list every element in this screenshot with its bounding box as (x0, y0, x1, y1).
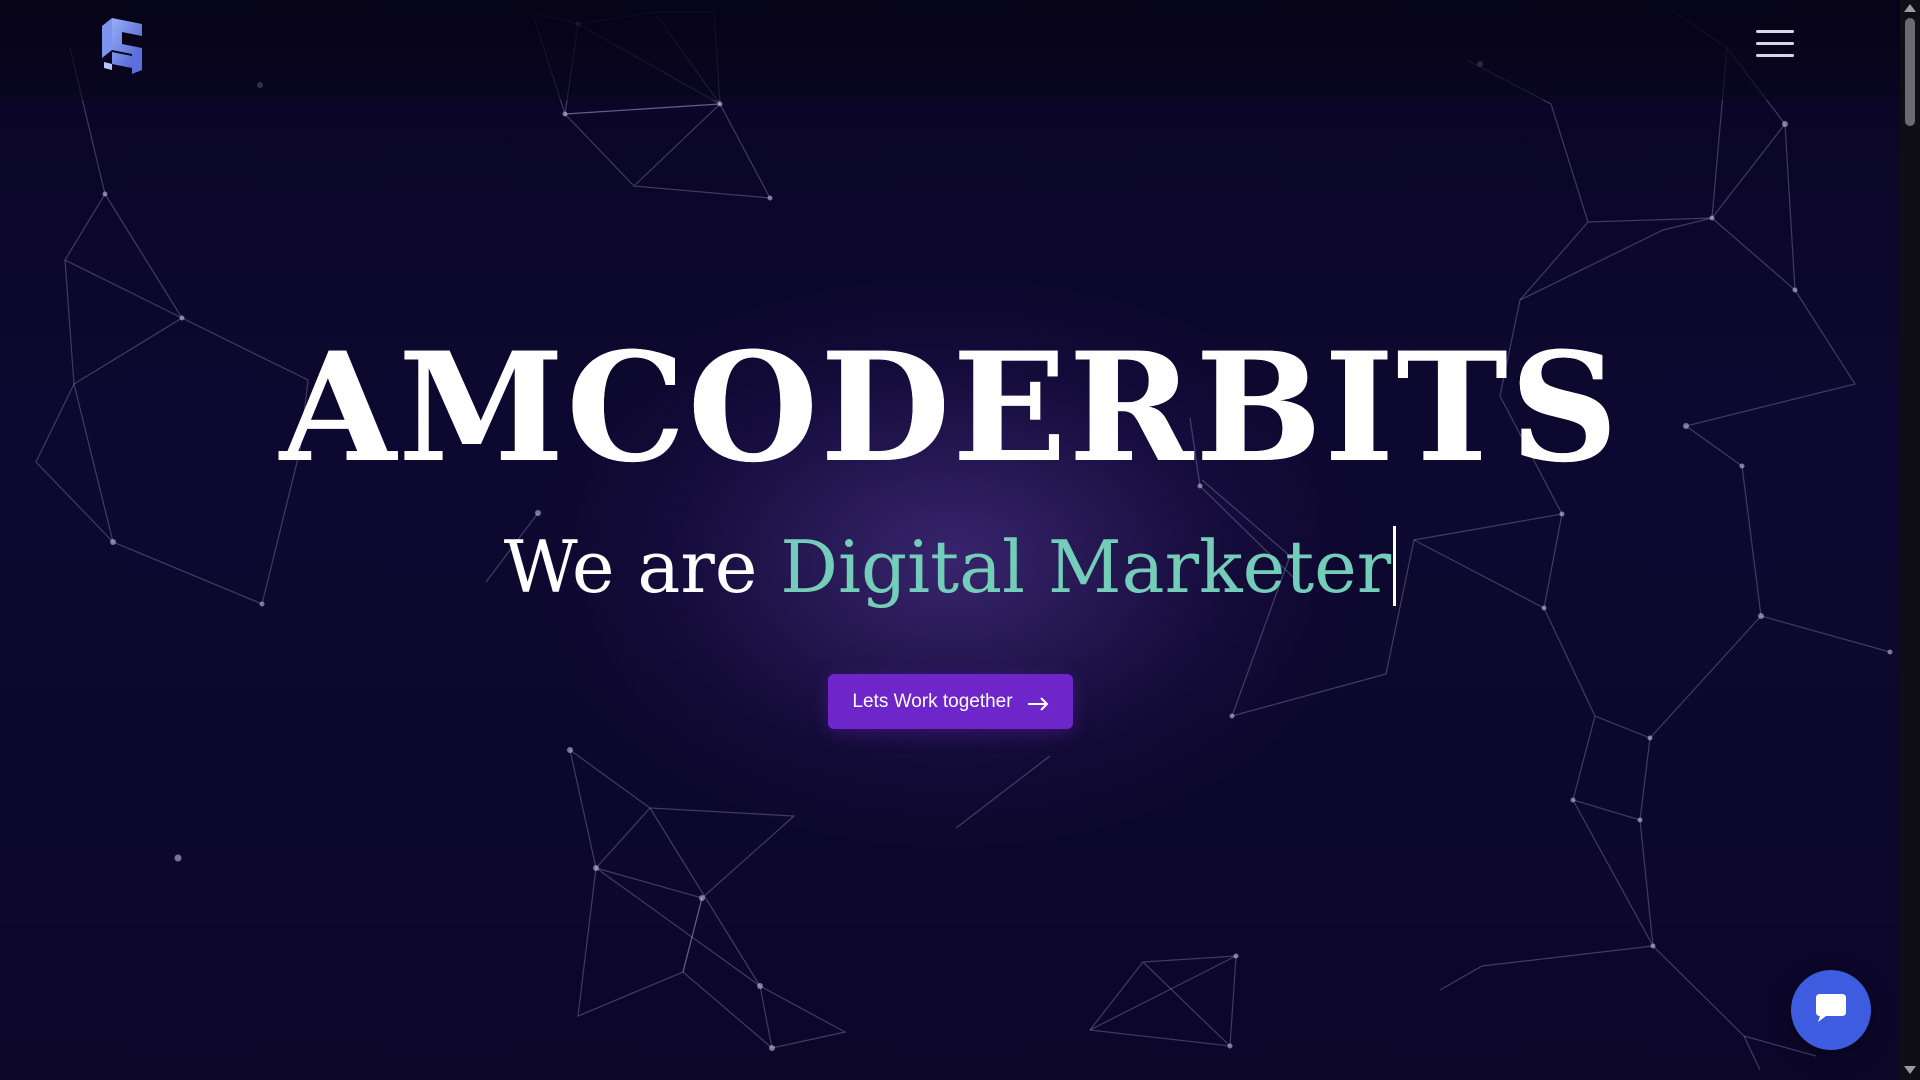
page: AMCODERBITS We are Digital Marketer Lets… (0, 0, 1920, 1080)
amcoderbits-logo-icon[interactable] (98, 14, 152, 78)
page-scrollbar[interactable] (1900, 0, 1920, 1080)
top-navigation-bar (0, 0, 1900, 100)
hero-subtitle-typed: Digital Marketer (780, 525, 1392, 609)
hamburger-menu-button[interactable] (1754, 28, 1796, 60)
hero-subtitle: We are Digital Marketer (0, 522, 1900, 612)
menu-line (1756, 42, 1794, 45)
hero-subtitle-lead: We are (503, 525, 758, 609)
menu-line (1756, 54, 1794, 57)
arrow-right-icon (1027, 695, 1049, 711)
scrollbar-thumb[interactable] (1905, 18, 1915, 126)
chat-widget-button[interactable] (1791, 970, 1871, 1050)
scroll-down-arrow-icon[interactable] (1904, 1066, 1916, 1074)
scroll-up-arrow-icon[interactable] (1904, 4, 1916, 12)
typing-cursor (1393, 526, 1397, 606)
lets-work-together-button[interactable]: Lets Work together (828, 674, 1073, 729)
hero-title: AMCODERBITS (0, 318, 1900, 498)
menu-line (1756, 30, 1794, 33)
chat-bubble-icon (1814, 992, 1848, 1028)
cta-label: Lets Work together (852, 690, 1013, 712)
